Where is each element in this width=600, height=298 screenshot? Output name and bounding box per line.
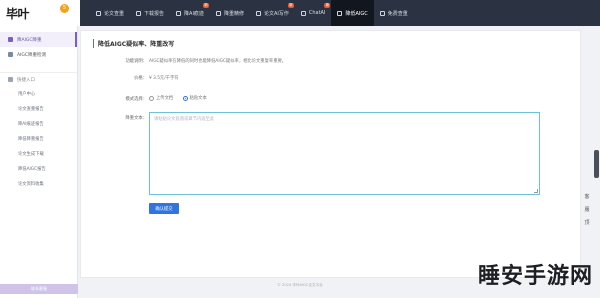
- textarea-placeholder: 请粘贴论文段落或章节内容至此: [154, 117, 215, 122]
- sidebar-group-header: 快捷入口: [0, 72, 77, 86]
- sidebar: 降AIGC降重 AIGC降重检测 快捷入口 用户中心 论文查重报告 降AI痕迹报告降…: [0, 26, 78, 298]
- service-char-1[interactable]: 客: [584, 193, 589, 200]
- nav-item[interactable]: 论文查重: [90, 0, 130, 26]
- sidebar-link[interactable]: 降AI痕迹报告: [0, 116, 77, 131]
- nav-new-badge: 新: [202, 3, 209, 8]
- nav-icon: [300, 10, 306, 16]
- nav-item[interactable]: 降重精修: [210, 0, 250, 26]
- mode-label: 模式选择：: [125, 97, 147, 102]
- scrollbar[interactable]: [594, 150, 599, 178]
- sidebar-item-label: AIGC降重检测: [17, 52, 47, 58]
- back-to-top[interactable]: 顶: [584, 219, 589, 226]
- nav-new-badge: 新: [287, 3, 294, 8]
- nav-icon: [176, 10, 182, 16]
- sidebar-link[interactable]: 论文资料收集: [0, 176, 77, 191]
- radio-label: 粘贴文本: [189, 96, 207, 101]
- footer: © 2024 毕叶AIGC论文平台: [277, 283, 323, 287]
- description-text: AIGC疑似率在降低的同时也能降低AIGC疑似率，相比论文重复率重要。: [149, 59, 287, 64]
- grid-icon: [8, 77, 13, 82]
- nav-icon: [136, 10, 142, 16]
- nav-item-label: ChatAI: [308, 10, 326, 16]
- contact-service-label: 联系客服: [31, 286, 47, 291]
- radio-upload-document[interactable]: 上传文档: [149, 95, 173, 101]
- nav-new-badge: 新: [324, 3, 331, 8]
- price-label: 价格：: [134, 76, 147, 81]
- nav-item[interactable]: 免费查重: [374, 0, 414, 26]
- nav-item-label: 降重精修: [223, 10, 244, 17]
- sidebar-item-aigc-check[interactable]: AIGC降重检测: [0, 47, 77, 62]
- sidebar-link[interactable]: 用户中心: [0, 86, 77, 101]
- sidebar-link[interactable]: 降低AIGC报告: [0, 161, 77, 176]
- nav-icon: [337, 10, 343, 16]
- nav-item[interactable]: ChatAI 新: [295, 0, 332, 26]
- radio-circle-icon: [149, 95, 154, 101]
- nav-icon: [215, 10, 221, 16]
- watermark: 睡安手游网: [478, 264, 594, 289]
- radio-label: 上传文档: [156, 96, 174, 101]
- nav-item-label: 论文AI写作: [263, 10, 289, 17]
- resize-handle-icon[interactable]: [534, 189, 538, 193]
- nav-icon: [255, 10, 261, 16]
- nav-item-label: 降AI痕迹: [184, 10, 204, 17]
- sidebar-link[interactable]: 论文生成下载: [0, 146, 77, 161]
- floating-toolbar: 客 服 顶: [582, 193, 592, 226]
- content-label: 降重文本：: [125, 116, 147, 121]
- nav-icon: [96, 10, 101, 16]
- submit-button[interactable]: 确认提交: [149, 203, 179, 214]
- sidebar-link[interactable]: 降低降重报告: [0, 131, 77, 146]
- mode-radio-group: 上传文档 粘贴文本: [149, 95, 215, 103]
- sidebar-group-label: 快捷入口: [17, 77, 35, 83]
- nav-icon: [379, 10, 385, 16]
- sidebar-item-label: 降AIGC降重: [17, 37, 42, 43]
- submit-label: 确认提交: [155, 206, 173, 212]
- top-navbar: 毕叶 5 论文查重 下载报告 降AI痕迹 新降重精修 论文AI写作 新 ChatAI 新降低A…: [0, 0, 600, 26]
- service-char-2[interactable]: 服: [584, 206, 589, 213]
- contact-service-button[interactable]: 联系客服: [0, 284, 78, 294]
- nav-item-label: 免费查重: [387, 10, 408, 17]
- logo[interactable]: 毕叶 5: [0, 0, 80, 26]
- nav-item[interactable]: 降AI痕迹 新: [170, 0, 210, 26]
- radio-paste-text[interactable]: 粘贴文本: [182, 95, 207, 101]
- nav-item[interactable]: 论文AI写作 新: [250, 0, 295, 26]
- price-text: ¥ 3.5元/千字符: [149, 76, 179, 81]
- main-card: 降低AIGC疑似率、降重改写 功能说明： AIGC疑似率在降低的同时也能降低AI…: [80, 30, 581, 278]
- nav-item-label: 下载报告: [144, 10, 165, 17]
- content-textarea[interactable]: 请粘贴论文段落或章节内容至此: [149, 112, 540, 195]
- nav-item-label: 论文查重: [104, 10, 125, 17]
- sidebar-item-aigc-rewrite[interactable]: 降AIGC降重: [0, 32, 77, 47]
- nav-item[interactable]: 下载报告: [130, 0, 170, 26]
- document-icon: [8, 52, 13, 57]
- main-nav: 论文查重 下载报告 降AI痕迹 新降重精修 论文AI写作 新 ChatAI 新降低AIGC 免费…: [90, 0, 414, 26]
- logo-badge: 5: [60, 4, 69, 13]
- nav-item-label: 降低AIGC: [345, 10, 368, 17]
- description-label: 功能说明：: [125, 59, 147, 64]
- page-title: 降低AIGC疑似率、降重改写: [93, 39, 174, 48]
- radio-circle-icon: [182, 95, 188, 101]
- document-icon: [8, 37, 13, 42]
- sidebar-link[interactable]: 论文查重报告: [0, 101, 77, 116]
- nav-item[interactable]: 降低AIGC: [331, 0, 374, 26]
- logo-text: 毕叶: [6, 6, 30, 21]
